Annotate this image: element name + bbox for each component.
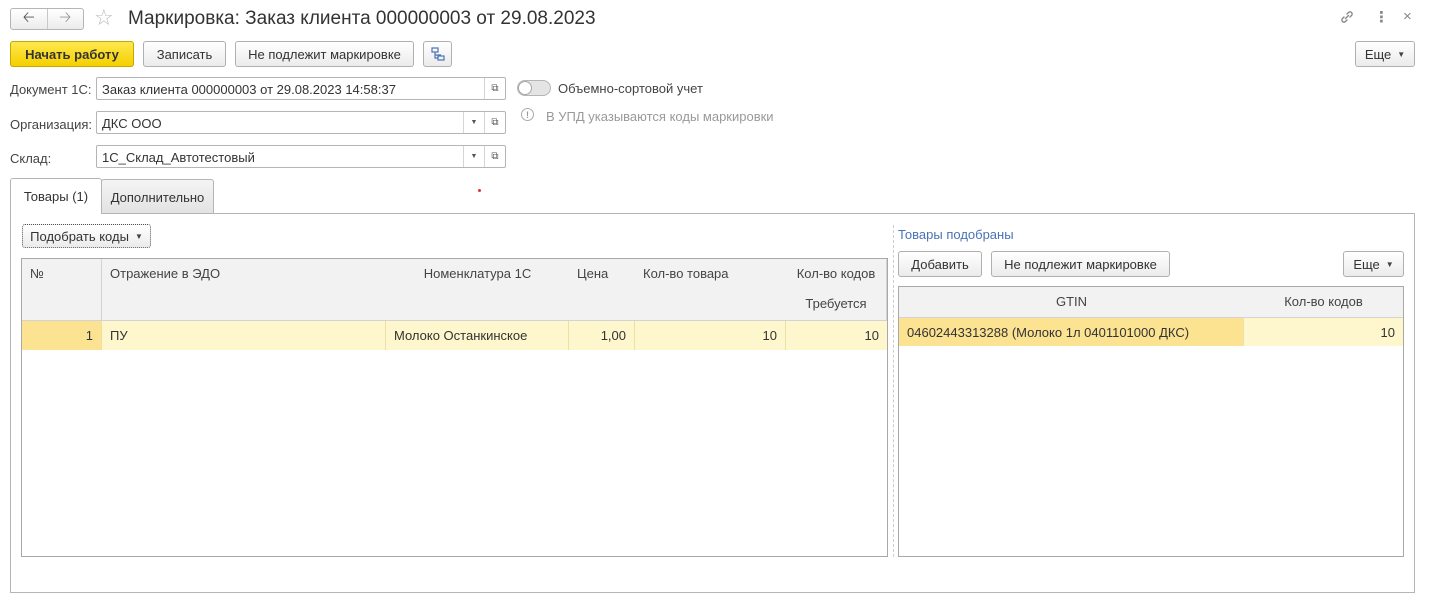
more-button-label: Еще (1364, 46, 1392, 62)
tab-goods[interactable]: Товары (1) (10, 178, 102, 214)
table-row[interactable]: 1 ПУ Молоко Останкинское 1,00 10 10 (22, 321, 887, 350)
required-marker (478, 189, 481, 192)
link-icon[interactable] (1339, 9, 1355, 29)
bulk-accounting-toggle[interactable] (517, 80, 551, 96)
column-header-required[interactable]: Требуется (786, 289, 887, 321)
start-work-button[interactable]: Начать работу (10, 41, 134, 67)
document-field[interactable]: Заказ клиента 000000003 от 29.08.2023 14… (96, 77, 506, 100)
nav-buttons: 🡠 🡢 (10, 8, 84, 30)
organization-label: Организация: (10, 117, 93, 132)
open-icon[interactable]: ⧉ (484, 146, 505, 167)
more-button[interactable]: Еще ▼ (1355, 41, 1415, 67)
favorite-star-icon[interactable]: ☆ (94, 6, 114, 30)
splitter[interactable] (893, 225, 894, 557)
warehouse-label: Склад: (10, 151, 52, 166)
column-header-gtin[interactable]: GTIN (899, 287, 1245, 318)
organization-value: ДКС ООО (102, 116, 162, 131)
table-row[interactable]: 04602443313288 (Молоко 1л 0401101000 ДКС… (899, 318, 1403, 346)
picked-section-title: Товары подобраны (898, 227, 1014, 242)
upd-info-text: В УПД указываются коды маркировки (546, 109, 774, 124)
warehouse-field[interactable]: 1С_Склад_Автотестовый ▼ ⧉ (96, 145, 506, 168)
chevron-down-icon[interactable]: ▼ (463, 146, 484, 167)
column-header-price[interactable]: Цена (569, 259, 636, 321)
picked-table: GTIN Кол-во кодов 04602443313288 (Молоко… (898, 286, 1404, 557)
page-title: Маркировка: Заказ клиента 000000003 от 2… (128, 8, 596, 29)
document-value: Заказ клиента 000000003 от 29.08.2023 14… (102, 82, 396, 97)
add-button[interactable]: Добавить (898, 251, 982, 277)
picked-not-subject-button[interactable]: Не подлежит маркировке (991, 251, 1170, 277)
more-vertical-icon[interactable]: ⋮ (1374, 8, 1389, 26)
back-arrow-icon[interactable]: 🡠 (11, 9, 47, 29)
not-subject-to-marking-button[interactable]: Не подлежит маркировке (235, 41, 414, 67)
column-header-num[interactable]: № (22, 259, 102, 321)
organization-field[interactable]: ДКС ООО ▼ ⧉ (96, 111, 506, 134)
save-button[interactable]: Записать (143, 41, 226, 67)
cell-qty: 10 (635, 321, 786, 350)
forward-arrow-icon[interactable]: 🡢 (46, 9, 84, 29)
picked-more-button[interactable]: Еще ▼ (1343, 251, 1404, 277)
chevron-down-icon[interactable]: ▼ (463, 112, 484, 133)
structure-icon[interactable] (423, 41, 452, 67)
column-header-nomenclature[interactable]: Номенклатура 1С (386, 259, 570, 321)
goods-table: № Отражение в ЭДО Номенклатура 1С Цена К… (21, 258, 888, 557)
warehouse-value: 1С_Склад_Автотестовый (102, 150, 255, 165)
open-icon[interactable]: ⧉ (484, 112, 505, 133)
cell-nomenclature: Молоко Останкинское (386, 321, 569, 350)
bulk-accounting-label: Объемно-сортовой учет (558, 81, 703, 96)
pick-codes-label: Подобрать коды (30, 228, 129, 244)
cell-picked-codes: 10 (1380, 324, 1395, 340)
open-icon[interactable]: ⧉ (484, 78, 505, 99)
toggle-knob (518, 81, 532, 95)
cell-gtin: 04602443313288 (Молоко 1л 0401101000 ДКС… (899, 318, 1244, 346)
close-icon[interactable]: × (1403, 8, 1412, 25)
column-header-edo[interactable]: Отражение в ЭДО (102, 259, 387, 321)
cell-required: 10 (864, 328, 879, 343)
column-header-qty[interactable]: Кол-во товара (635, 259, 787, 321)
tab-additional[interactable]: Дополнительно (101, 179, 214, 214)
cell-price: 1,00 (569, 321, 635, 350)
chevron-down-icon: ▼ (1397, 49, 1406, 59)
column-header-picked-codes[interactable]: Кол-во кодов (1244, 287, 1403, 318)
cell-edo: ПУ (102, 321, 386, 350)
column-header-codes[interactable]: Кол-во кодов (786, 259, 887, 290)
info-icon: ! (521, 108, 534, 121)
chevron-down-icon: ▼ (134, 231, 143, 241)
picked-more-label: Еще (1353, 256, 1380, 272)
pick-codes-button[interactable]: Подобрать коды ▼ (22, 224, 151, 248)
document-label: Документ 1С: (10, 82, 92, 97)
chevron-down-icon: ▼ (1385, 259, 1394, 269)
cell-num: 1 (22, 321, 102, 350)
